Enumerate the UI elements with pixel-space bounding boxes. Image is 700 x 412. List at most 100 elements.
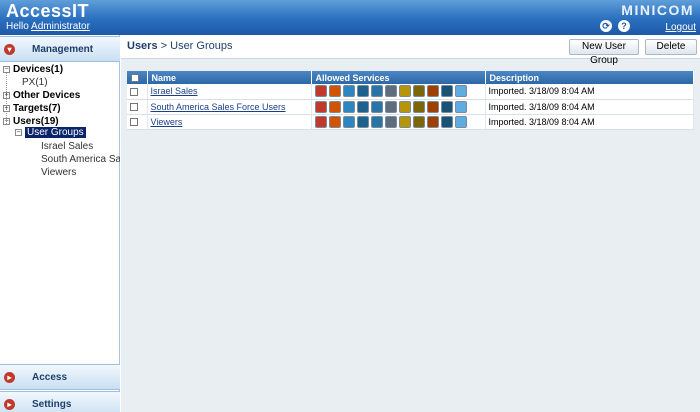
chevron-right-icon: ▸: [4, 399, 15, 410]
ssh-icon[interactable]: [384, 100, 397, 113]
name-cell: Viewers: [147, 114, 312, 130]
vnc-icon[interactable]: [398, 115, 411, 128]
power-icon[interactable]: [440, 100, 453, 113]
firefox-icon[interactable]: [328, 100, 341, 113]
tree-node-targets[interactable]: + Targets(7): [3, 102, 61, 115]
collapse-icon[interactable]: −: [3, 118, 10, 125]
group-name-link[interactable]: South America Sales Force Users: [151, 102, 286, 112]
main-panel: Users > User Groups New User Group Delet…: [121, 35, 700, 412]
vnc-icon[interactable]: [398, 85, 411, 98]
telnet-icon[interactable]: [412, 115, 425, 128]
ie-icon[interactable]: [342, 115, 355, 128]
toolbar: Users > User Groups New User Group Delet…: [121, 35, 700, 66]
tree-node-other-devices[interactable]: + Other Devices: [3, 89, 80, 102]
firefox-icon[interactable]: [328, 115, 341, 128]
star-icon[interactable]: [454, 115, 467, 128]
row-checkbox-cell: [127, 84, 148, 100]
logout-link[interactable]: Logout: [665, 22, 696, 33]
new-user-group-button[interactable]: New User Group: [569, 39, 639, 66]
group-name-link[interactable]: Israel Sales: [151, 86, 198, 96]
breadcrumb: Users > User Groups: [127, 40, 232, 52]
username-link[interactable]: Administrator: [31, 21, 90, 32]
app-header: AccessIT Hello Administrator MINICOM ⟳ ?…: [0, 0, 700, 35]
firefox-icon[interactable]: [328, 85, 341, 98]
greeting-text: Hello: [6, 21, 29, 32]
help-icon[interactable]: ?: [618, 20, 630, 32]
power-icon[interactable]: [440, 115, 453, 128]
greeting: Hello Administrator: [6, 21, 90, 32]
vnc-icon[interactable]: [398, 100, 411, 113]
row-checkbox[interactable]: [130, 87, 138, 96]
power-icon[interactable]: [440, 85, 453, 98]
collapse-icon[interactable]: −: [3, 66, 10, 73]
kvm-icon[interactable]: [426, 115, 439, 128]
sidebar: ▾ Management − Devices(1) PX(1) + Other De…: [0, 35, 120, 412]
rdp-icon[interactable]: [356, 85, 369, 98]
ie-icon[interactable]: [342, 100, 355, 113]
ssh-icon[interactable]: [384, 115, 397, 128]
table-row[interactable]: Israel Sales Imported. 3/18/09 8:04 AM: [127, 84, 694, 100]
tree-node-user-groups[interactable]: − User Groups: [15, 126, 86, 139]
chevron-down-icon: ▾: [4, 44, 15, 55]
kvm-icon[interactable]: [426, 100, 439, 113]
row-checkbox-cell: [127, 114, 148, 130]
star-icon[interactable]: [454, 100, 467, 113]
breadcrumb-root[interactable]: Users: [127, 40, 158, 52]
breadcrumb-current: User Groups: [170, 40, 233, 52]
column-header-name[interactable]: Name: [147, 71, 312, 84]
expand-icon[interactable]: +: [3, 105, 10, 112]
name-cell: South America Sales Force Users: [147, 99, 312, 115]
telnet-icon[interactable]: [412, 100, 425, 113]
header-icons: ⟳ ?: [600, 20, 630, 32]
brand-logo: MINICOM: [621, 2, 694, 18]
select-all-checkbox[interactable]: [131, 74, 139, 83]
row-checkbox[interactable]: [130, 103, 138, 112]
name-cell: Israel Sales: [147, 84, 312, 100]
web-icon[interactable]: [314, 100, 327, 113]
web-icon[interactable]: [314, 85, 327, 98]
accordion-label: Settings: [32, 399, 72, 410]
rdp-icon[interactable]: [356, 100, 369, 113]
description-cell: Imported. 3/18/09 8:04 AM: [485, 114, 694, 130]
tree-node-px[interactable]: PX(1): [22, 76, 48, 89]
refresh-icon[interactable]: ⟳: [600, 20, 612, 32]
tree-node-south-america[interactable]: South America Sa: [41, 153, 120, 166]
rdp-icon[interactable]: [356, 115, 369, 128]
star-icon[interactable]: [454, 85, 467, 98]
telnet-icon[interactable]: [412, 85, 425, 98]
delete-button[interactable]: Delete: [645, 39, 697, 55]
web-icon[interactable]: [314, 115, 327, 128]
tree-node-israel-sales[interactable]: Israel Sales: [41, 140, 93, 153]
ie-icon[interactable]: [342, 85, 355, 98]
description-cell: Imported. 3/18/09 8:04 AM: [485, 84, 694, 100]
table-row[interactable]: South America Sales Force Users Imported.…: [127, 99, 694, 115]
network-icon[interactable]: [370, 100, 383, 113]
network-icon[interactable]: [370, 85, 383, 98]
user-groups-table: Name Allowed Services Description Israel…: [127, 71, 694, 130]
row-checkbox-cell: [127, 99, 148, 115]
services-cell: [311, 84, 486, 100]
accordion-label: Management: [32, 44, 94, 55]
kvm-icon[interactable]: [426, 85, 439, 98]
services-cell: [311, 114, 486, 130]
table-row[interactable]: Viewers Imported. 3/18/09 8:04 AM: [127, 114, 694, 130]
network-icon[interactable]: [370, 115, 383, 128]
group-name-link[interactable]: Viewers: [151, 117, 183, 127]
breadcrumb-separator: >: [157, 40, 171, 52]
tree-node-viewers[interactable]: Viewers: [41, 166, 76, 179]
column-header-services[interactable]: Allowed Services: [311, 71, 486, 84]
accordion-access[interactable]: ▸ Access: [0, 364, 120, 390]
chevron-right-icon: ▸: [4, 372, 15, 383]
ssh-icon[interactable]: [384, 85, 397, 98]
column-header-description[interactable]: Description: [485, 71, 694, 84]
table-header-row: Name Allowed Services Description: [127, 71, 694, 84]
expand-icon[interactable]: +: [3, 92, 10, 99]
collapse-icon[interactable]: −: [15, 129, 22, 136]
select-all-header: [127, 71, 148, 84]
accordion-settings[interactable]: ▸ Settings: [0, 391, 120, 412]
row-checkbox[interactable]: [130, 118, 138, 127]
tree-node-devices[interactable]: − Devices(1): [3, 63, 63, 76]
description-cell: Imported. 3/18/09 8:04 AM: [485, 99, 694, 115]
services-cell: [311, 99, 486, 115]
accordion-management[interactable]: ▾ Management: [0, 36, 120, 62]
